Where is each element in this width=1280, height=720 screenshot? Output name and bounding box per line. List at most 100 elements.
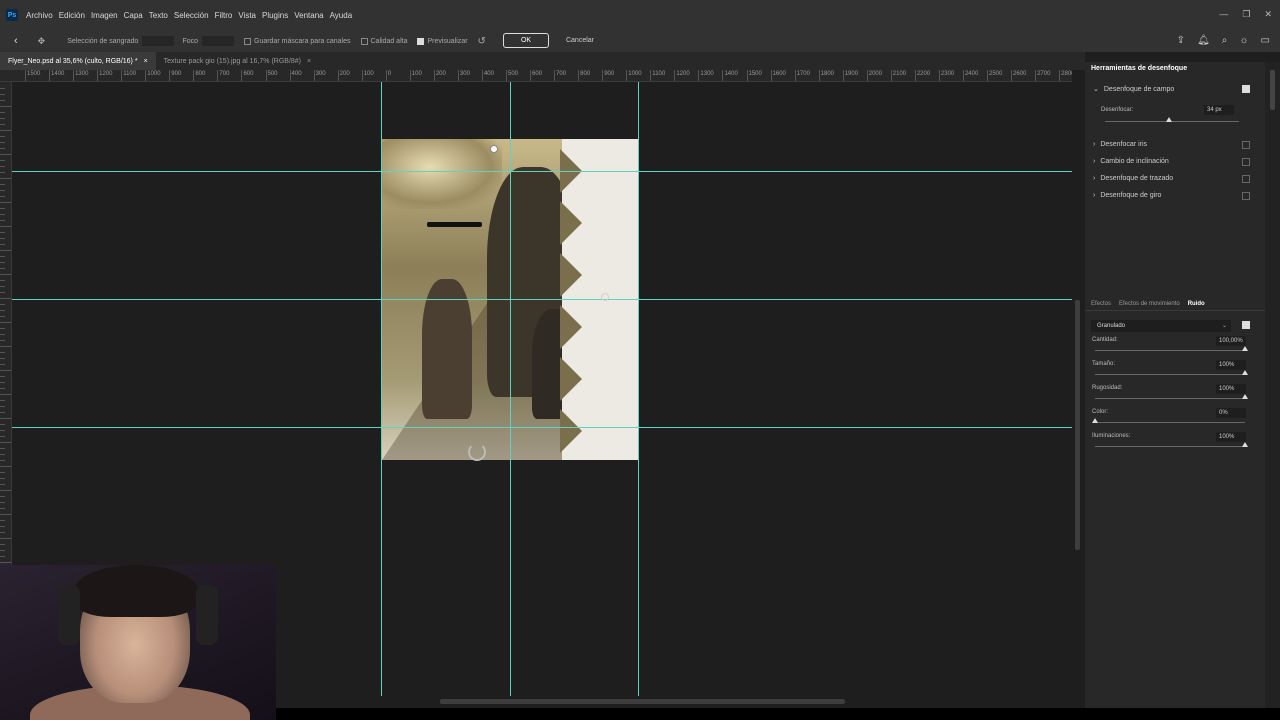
tab-ruido[interactable]: Ruido [1188,301,1205,307]
menu-ayuda[interactable]: Ayuda [330,11,353,20]
ruler-tick [25,70,26,81]
noise-3-value[interactable]: 0% [1216,408,1246,418]
close-icon[interactable]: ✕ [1264,9,1272,20]
tab-flyer-neo[interactable]: Flyer_Neo.psd al 35,6% (culto, RGB/16) *… [0,52,156,70]
noise-4-slider-thumb[interactable] [1242,442,1248,447]
close-tab-icon[interactable]: × [144,58,148,65]
tilt-shift-row[interactable]: › Cambio de inclinación [1093,158,1169,165]
selection-bleed-field[interactable] [142,36,175,46]
noise-2-value[interactable]: 100% [1216,384,1246,394]
ruler-tick [0,508,5,509]
share-icon[interactable]: ⇪ [1177,35,1185,46]
menu-texto[interactable]: Texto [149,11,168,20]
ruler-tick [0,286,5,287]
menu-capa[interactable]: Capa [124,11,143,20]
noise-1-slider-thumb[interactable] [1242,370,1248,375]
iris-blur-checkbox[interactable] [1242,141,1250,149]
menu-imagen[interactable]: Imagen [91,11,118,20]
menu-filtro[interactable]: Filtro [215,11,233,20]
horizontal-scrollbar[interactable] [276,696,1072,708]
noise-4-value[interactable]: 100% [1216,432,1246,442]
tab-efectos[interactable]: Efectos [1091,301,1111,307]
menu-archivo[interactable]: Archivo [26,11,53,20]
noise-1-value[interactable]: 100% [1216,360,1246,370]
blur-amount-value[interactable]: 34 px [1204,105,1234,115]
ruler-tick [0,304,5,305]
path-blur-row[interactable]: › Desenfoque de trazado [1093,175,1173,182]
guide-vertical[interactable] [638,82,639,696]
field-blur-checkbox[interactable] [1242,85,1250,93]
bell-icon[interactable]: 🔔︎ [1197,35,1210,46]
vertical-scrollbar[interactable] [1072,70,1084,696]
ruler-tick [0,178,11,179]
noise-3-slider-track[interactable] [1095,422,1245,423]
menu-plugins[interactable]: Plugins [262,11,288,20]
iris-blur-row[interactable]: › Desenfocar iris [1093,141,1147,148]
flyer-microphone [427,222,482,227]
minimize-icon[interactable]: — [1219,9,1228,20]
scroll-thumb[interactable] [1270,70,1275,110]
noise-checkbox[interactable] [1242,321,1250,329]
guide-horizontal[interactable] [12,427,1072,428]
noise-3-slider-thumb[interactable] [1092,418,1098,423]
reset-icon[interactable]: ↺ [478,36,486,47]
ruler-tick [0,496,5,497]
field-blur-row[interactable]: ⌄ Desenfoque de campo [1093,85,1174,94]
noise-4-slider-track[interactable] [1095,446,1245,447]
save-mask-label: Guardar máscara para canales [254,37,351,45]
ruler-tick [0,172,5,173]
noise-0-value[interactable]: 100,00% [1216,336,1246,346]
ruler-tick [602,70,604,81]
ruler-label: 200 [435,71,446,77]
tab-texture-pack[interactable]: Texture pack gio (15).jpg al 16,7% (RGB/… [156,52,319,70]
noise-0-slider-thumb[interactable] [1242,346,1248,351]
noise-2-slider-track[interactable] [1095,398,1245,399]
menu-ventana[interactable]: Ventana [294,11,323,20]
ruler-tick [0,328,5,329]
restore-icon[interactable]: ❐ [1242,9,1250,20]
guide-horizontal[interactable] [12,171,1072,172]
scroll-thumb[interactable] [1075,300,1080,550]
search-icon[interactable]: ⌕ [1222,35,1228,46]
back-arrow-icon[interactable]: ‹ [14,35,18,47]
cancel-button[interactable]: Cancelar [557,33,603,48]
blur-tools-panel: Herramientas de desenfoque ⌄ Desenfoque … [1085,62,1265,708]
guide-horizontal[interactable] [12,299,1072,300]
path-blur-checkbox[interactable] [1242,175,1250,183]
preview-checkbox[interactable]: Previsualizar [417,37,468,45]
ruler-tick [0,364,5,365]
noise-2-slider-thumb[interactable] [1242,394,1248,399]
workspace-icon[interactable]: ▭ [1261,35,1270,46]
high-quality-checkbox[interactable]: Calidad alta [360,37,407,45]
lightbulb-icon[interactable]: ☼ [1239,35,1248,46]
blur-amount-slider-thumb[interactable] [1166,117,1173,122]
ruler-tick [722,70,724,81]
noise-1-slider-track[interactable] [1095,374,1245,375]
guide-vertical[interactable] [381,82,382,696]
noise-0-slider-track[interactable] [1095,350,1245,351]
chevron-right-icon: › [1093,141,1096,148]
spin-blur-checkbox[interactable] [1242,192,1250,200]
panel-scrollbar[interactable] [1265,62,1280,708]
noise-0-label: Cantidad: [1092,337,1118,343]
spin-blur-row[interactable]: › Desenfoque de giro [1093,192,1161,199]
focus-field[interactable] [202,36,234,46]
pin-tool-icon[interactable]: ✥ [38,36,46,47]
tilt-shift-checkbox[interactable] [1242,158,1250,166]
ok-button[interactable]: OK [503,33,549,48]
menu-edicion[interactable]: Edición [59,11,85,20]
scroll-thumb[interactable] [440,699,845,704]
tab-efectos-movimiento[interactable]: Efectos de movimiento [1119,301,1180,307]
menu-seleccion[interactable]: Selección [174,11,209,20]
blur-pin-handle[interactable] [601,293,609,301]
menu-vista[interactable]: Vista [238,11,256,20]
ruler-tick [0,436,5,437]
close-tab-icon[interactable]: × [307,58,311,65]
blur-pin-handle[interactable] [490,145,498,153]
noise-type-dropdown[interactable]: Granulado ⌄ [1091,320,1231,332]
ruler-tick [0,154,11,155]
guide-vertical[interactable] [510,82,511,696]
save-mask-checkbox[interactable]: Guardar máscara para canales [244,37,351,45]
horizontal-ruler[interactable]: 1500 1400 1300 1200 1100 1000 900 800 700 600 500 4… [0,70,1072,82]
ruler-tick [0,190,5,191]
